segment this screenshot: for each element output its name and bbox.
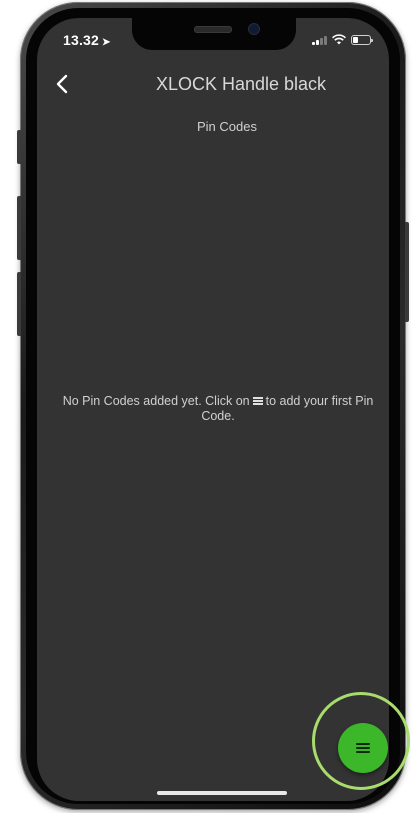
speaker-grille (194, 26, 232, 33)
empty-state-text-before: No Pin Codes added yet. Click on (62, 394, 250, 408)
status-bar-indicators (312, 34, 373, 45)
screenshot-stage: 13.32 ➤ XLOCK Handle black Pin Codes No P… (0, 0, 416, 813)
menu-icon (356, 743, 370, 753)
location-arrow-icon: ➤ (102, 37, 111, 48)
app-screen: 13.32 ➤ XLOCK Handle black Pin Codes No P… (37, 18, 389, 801)
volume-up-button (17, 196, 21, 260)
volume-down-button (17, 272, 21, 336)
battery-fill (353, 36, 358, 43)
empty-state-message: No Pin Codes added yet. Click on to add y… (47, 394, 389, 424)
chevron-left-icon (56, 74, 68, 94)
status-time-text: 13.32 (63, 32, 100, 48)
battery-icon (351, 34, 373, 45)
page-title: XLOCK Handle black (155, 74, 327, 94)
mute-switch (17, 130, 21, 164)
menu-icon (252, 397, 263, 405)
notch (132, 18, 296, 50)
status-bar-time: 13.32 ➤ (63, 32, 111, 48)
page-subtitle: Pin Codes (197, 119, 257, 134)
home-indicator[interactable] (157, 791, 287, 795)
add-pin-code-menu-button[interactable] (338, 723, 388, 773)
wifi-icon (332, 34, 346, 45)
front-camera-icon (248, 23, 260, 35)
signal-bars-icon (312, 35, 327, 45)
back-button[interactable] (49, 70, 75, 98)
power-button (405, 222, 409, 322)
